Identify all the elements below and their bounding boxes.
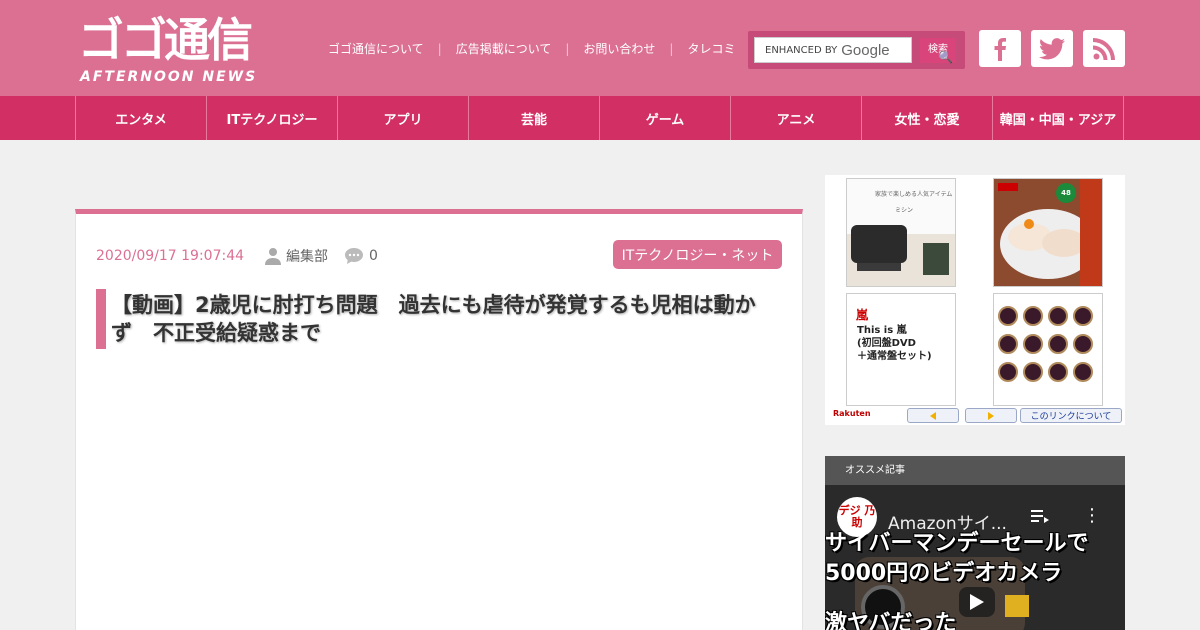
google-brand: Google <box>841 41 890 59</box>
search-input[interactable]: ENHANCED BY Google <box>754 37 912 63</box>
badge-image <box>1048 306 1068 326</box>
nav-list: エンタメ ITテクノロジー アプリ 芸能 ゲーム アニメ 女性・恋愛 韓国・中国… <box>75 96 1124 140</box>
link-about[interactable]: ゴゴ通信について <box>328 40 424 57</box>
arrow-right-icon <box>988 411 994 420</box>
logo-main-text: ゴゴ通信 <box>78 13 253 67</box>
nav-item-women-love[interactable]: 女性・恋愛 <box>862 96 993 140</box>
search-icon: 🔍 <box>938 50 953 64</box>
badge-image <box>1073 334 1093 354</box>
count-badge: 48 <box>1056 183 1076 203</box>
search-button[interactable]: 検索 🔍 <box>920 38 956 63</box>
ad-tile-sewing-machine[interactable]: 家族で楽しめる人気アイテム ミシン <box>846 178 956 287</box>
rakuten-logo[interactable]: Rakuten <box>833 409 871 418</box>
author-name: 編集部 <box>286 249 329 265</box>
arashi-line: This is 嵐 <box>857 325 907 336</box>
product-box-image <box>923 243 949 275</box>
facebook-icon[interactable] <box>979 30 1021 67</box>
ad-tile-product: ミシン <box>895 207 914 214</box>
category-badge[interactable]: ITテクノロジー・ネット <box>613 240 782 269</box>
link-contact[interactable]: お問い合わせ <box>583 40 655 57</box>
package-band <box>1080 179 1102 286</box>
divider: | <box>669 41 674 56</box>
play-icon <box>970 594 984 610</box>
camera-button-image <box>1005 595 1029 617</box>
arashi-line: (初回盤DVD <box>857 338 916 349</box>
nav-item-anime[interactable]: アニメ <box>731 96 862 140</box>
nav-item-entertainment[interactable]: エンタメ <box>76 96 207 140</box>
badge-image <box>1048 334 1068 354</box>
ad-tile-sushi[interactable]: 48 <box>993 178 1103 287</box>
title-accent-bar <box>96 289 106 349</box>
header-links: ゴゴ通信について | 広告掲載について | お問い合わせ | タレコミ <box>328 40 735 57</box>
badge-image <box>1023 334 1043 354</box>
site-header: ゴゴ通信 AFTERNOON NEWS ゴゴ通信について | 広告掲載について … <box>0 0 1200 96</box>
video-caption-line: 5000円のビデオカメラ <box>825 561 1063 586</box>
rakuten-ad: 家族で楽しめる人気アイテム ミシン 48 嵐 This is 嵐 (初回盤DVD… <box>825 175 1125 425</box>
badge-image <box>1073 306 1093 326</box>
twitter-icon[interactable] <box>1031 30 1073 67</box>
ad-about-link[interactable]: このリンクについて <box>1020 408 1122 423</box>
ad-tile-arashi[interactable]: 嵐 This is 嵐 (初回盤DVD ＋通常盤セット) <box>846 293 956 406</box>
arashi-line: ＋通常盤セット) <box>857 351 932 362</box>
arashi-title: 嵐 <box>856 308 869 322</box>
brand-label <box>998 183 1018 191</box>
user-icon <box>265 248 282 265</box>
search-prefix: ENHANCED BY <box>765 44 838 56</box>
ad-prev-button[interactable] <box>907 408 959 423</box>
nav-item-it-technology[interactable]: ITテクノロジー <box>207 96 338 140</box>
youtube-embed[interactable]: サイバーマンデーセールで 5000円のビデオカメラ 激ヤバだった デジ 乃助 A… <box>825 485 1125 630</box>
badge-image <box>1023 362 1043 382</box>
badge-image <box>998 334 1018 354</box>
sewing-machine-base <box>857 263 901 271</box>
search-form: ENHANCED BY Google 検索 🔍 <box>748 31 965 69</box>
badge-image <box>1023 306 1043 326</box>
logo-sub-text: AFTERNOON NEWS <box>80 69 258 85</box>
article-date: 2020/09/17 19:07:44 <box>96 248 245 264</box>
rss-icon[interactable] <box>1083 30 1125 67</box>
nav-item-games[interactable]: ゲーム <box>600 96 731 140</box>
sewing-machine-image <box>851 225 907 263</box>
site-logo[interactable]: ゴゴ通信 AFTERNOON NEWS <box>78 14 306 86</box>
recommend-header: オススメ記事 <box>825 456 1125 485</box>
arashi-text: This is 嵐 (初回盤DVD ＋通常盤セット) <box>857 324 932 363</box>
article-meta: 2020/09/17 19:07:44 編集部 0 <box>96 246 378 266</box>
ad-tile-caption: 家族で楽しめる人気アイテム <box>875 191 953 198</box>
article-title: 【動画】2歳児に肘打ち問題 過去にも虐待が発覚するも児相は動かず 不正受給疑惑ま… <box>111 293 756 345</box>
article-card: 2020/09/17 19:07:44 編集部 0 ITテクノロジー・ネット 【… <box>75 209 803 630</box>
nav-item-apps[interactable]: アプリ <box>338 96 469 140</box>
nav-item-celebrity[interactable]: 芸能 <box>469 96 600 140</box>
video-title[interactable]: Amazonサイ... <box>888 509 1007 534</box>
main-nav: エンタメ ITテクノロジー アプリ 芸能 ゲーム アニメ 女性・恋愛 韓国・中国… <box>0 96 1200 140</box>
ad-tile-badges[interactable] <box>993 293 1103 406</box>
article-author: 編集部 <box>264 246 328 266</box>
ad-next-button[interactable] <box>965 408 1017 423</box>
play-button[interactable] <box>959 587 995 617</box>
channel-avatar[interactable]: デジ 乃助 <box>837 497 877 537</box>
link-advertising[interactable]: 広告掲載について <box>456 40 552 57</box>
divider: | <box>565 41 570 56</box>
arrow-left-icon <box>930 411 936 420</box>
more-options-icon[interactable]: ⋮ <box>1083 507 1101 525</box>
link-tip[interactable]: タレコミ <box>687 40 735 57</box>
queue-icon[interactable] <box>1031 509 1049 523</box>
badge-image <box>1073 362 1093 382</box>
nav-item-asia[interactable]: 韓国・中国・アジア <box>993 96 1124 140</box>
comment-count: 0 <box>369 248 378 264</box>
roe-image <box>1024 219 1034 229</box>
badge-image <box>998 362 1018 382</box>
comment-icon <box>345 248 364 264</box>
badge-image <box>1048 362 1068 382</box>
divider: | <box>437 41 442 56</box>
video-caption-line: 激ヤバだった <box>825 611 957 630</box>
article-comments[interactable]: 0 <box>344 247 378 265</box>
badge-image <box>998 306 1018 326</box>
